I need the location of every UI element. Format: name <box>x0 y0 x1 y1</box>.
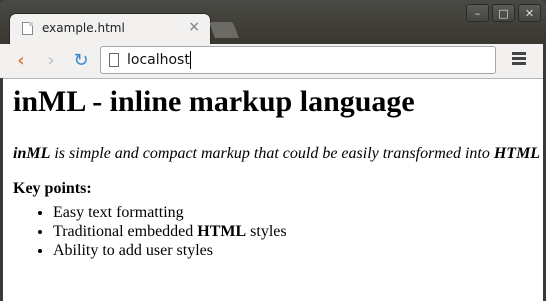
description-inml: inML <box>13 145 51 162</box>
minimize-button[interactable]: – <box>466 4 489 22</box>
menu-icon-bar <box>512 62 526 65</box>
menu-button[interactable] <box>512 52 526 66</box>
page-favicon-icon <box>22 22 33 35</box>
new-tab-button[interactable] <box>209 22 239 38</box>
url-text[interactable]: localhost <box>127 52 190 68</box>
tab-close-icon[interactable]: × <box>188 19 200 35</box>
browser-toolbar: ‹ › ↻ localhost <box>0 44 546 79</box>
description: inML is simple and compact markup that c… <box>13 145 540 163</box>
description-text: is simple and compact markup that could … <box>50 145 494 162</box>
reload-button[interactable]: ↻ <box>70 50 92 72</box>
back-button[interactable]: ‹ <box>10 50 32 72</box>
maximize-button[interactable]: □ <box>492 4 515 22</box>
menu-icon-bar <box>512 57 526 60</box>
list-item: Ability to add user styles <box>53 241 287 260</box>
forward-button[interactable]: › <box>40 50 62 72</box>
key-points-label: Key points: <box>13 180 92 197</box>
browser-tab[interactable]: example.html × <box>10 14 210 44</box>
title-bar: example.html × – □ ✕ <box>0 0 546 44</box>
list-item-post: styles <box>246 223 287 240</box>
list-item: Easy text formatting <box>53 203 287 222</box>
list-item-pre: Traditional embedded <box>53 223 198 240</box>
close-window-button[interactable]: ✕ <box>518 4 541 22</box>
key-points-list: Easy text formatting Traditional embedde… <box>13 203 287 260</box>
list-item-bold: HTML <box>197 223 247 240</box>
list-item: Traditional embedded HTML styles <box>53 222 287 241</box>
text-caret <box>190 51 191 69</box>
tab-title: example.html <box>42 21 125 35</box>
page-heading: inML - inline markup language <box>13 85 415 118</box>
page-content: inML - inline markup language inML is si… <box>3 79 543 301</box>
browser-window: example.html × – □ ✕ ‹ › ↻ localhost inM… <box>0 0 546 301</box>
menu-icon-bar <box>512 52 526 55</box>
description-html: HTML <box>493 145 541 162</box>
address-bar[interactable]: localhost <box>100 46 496 74</box>
page-icon <box>109 53 119 67</box>
